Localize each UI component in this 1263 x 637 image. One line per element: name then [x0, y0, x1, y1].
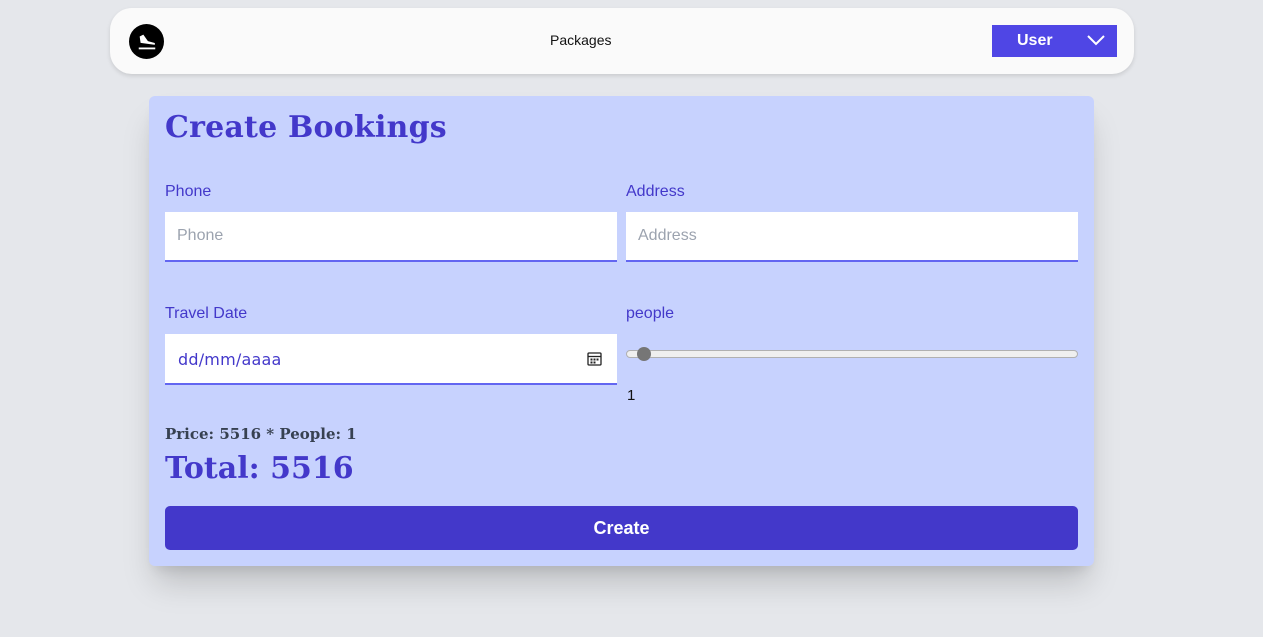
user-menu-label: User: [1017, 32, 1053, 49]
phone-label: Phone: [165, 183, 212, 200]
create-button[interactable]: Create: [165, 506, 1078, 550]
create-booking-card: Create Bookings Phone Address Travel Dat…: [149, 96, 1094, 566]
page-title: Create Bookings: [165, 110, 447, 145]
navbar: Packages User: [110, 8, 1134, 74]
phone-input[interactable]: [165, 212, 617, 262]
travel-date-label: Travel Date: [165, 305, 248, 322]
people-slider-handle[interactable]: [637, 347, 651, 361]
total-amount: Total: 5516: [165, 451, 354, 486]
address-label: Address: [626, 183, 685, 200]
price-summary: Price: 5516 * People: 1: [165, 425, 357, 443]
chevron-down-icon: [1087, 35, 1105, 46]
people-value: 1: [627, 387, 636, 404]
travel-date-input[interactable]: dd/mm/aaaa: [165, 334, 617, 385]
address-input[interactable]: [626, 212, 1078, 262]
people-label: people: [626, 305, 675, 322]
nav-link-packages[interactable]: Packages: [550, 32, 611, 48]
user-menu-button[interactable]: User: [992, 25, 1117, 57]
airplane-landing-icon[interactable]: [129, 24, 164, 59]
travel-date-value: dd/mm/aaaa: [178, 350, 282, 369]
calendar-icon[interactable]: [587, 351, 602, 366]
people-slider[interactable]: [626, 350, 1078, 358]
